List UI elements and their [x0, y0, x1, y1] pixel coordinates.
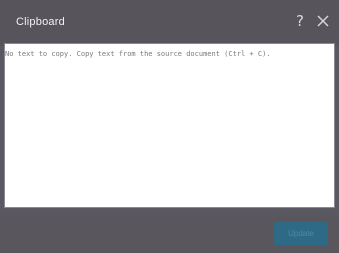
- clipboard-dialog: Clipboard ? No text to copy. Copy text f…: [0, 0, 339, 253]
- clipboard-textarea[interactable]: No text to copy. Copy text from the sour…: [4, 43, 335, 208]
- clipboard-message: No text to copy. Copy text from the sour…: [5, 50, 271, 58]
- help-icon[interactable]: ?: [296, 12, 304, 30]
- update-button[interactable]: Update: [274, 222, 328, 245]
- close-icon[interactable]: [315, 12, 331, 30]
- dialog-title: Clipboard: [16, 16, 65, 28]
- dialog-titlebar: Clipboard ?: [0, 0, 339, 46]
